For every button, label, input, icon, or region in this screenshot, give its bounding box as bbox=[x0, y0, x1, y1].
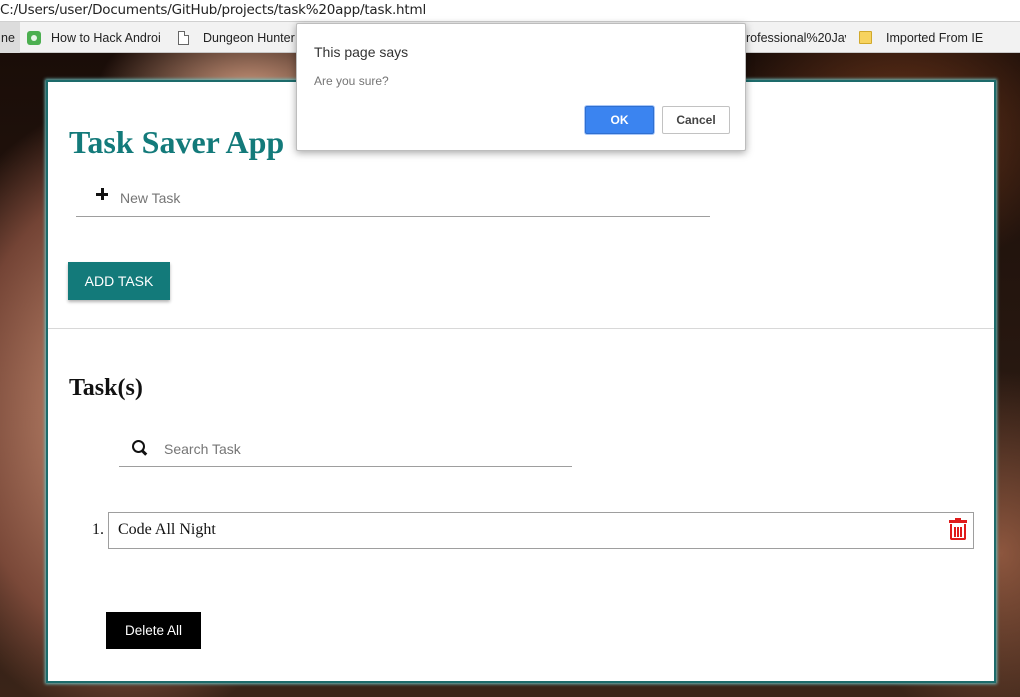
bookmark-item[interactable]: Dungeon Hunter bbox=[178, 22, 296, 53]
task-text: Code All Night bbox=[118, 521, 216, 538]
delete-all-button[interactable]: Delete All bbox=[106, 612, 201, 649]
ok-button[interactable]: OK bbox=[585, 106, 654, 134]
bookmark-item[interactable]: ne bbox=[0, 22, 20, 53]
folder-icon bbox=[859, 31, 872, 44]
task-app-card: Task Saver App ADD TASK Task(s) 1. Code … bbox=[46, 80, 996, 683]
add-task-button[interactable]: ADD TASK bbox=[68, 262, 170, 300]
list-item: Code All Night bbox=[108, 512, 974, 549]
cancel-button[interactable]: Cancel bbox=[662, 106, 730, 134]
address-bar[interactable]: C:/Users/user/Documents/GitHub/projects/… bbox=[0, 0, 1020, 22]
confirm-dialog: This page says Are you sure? OK Cancel bbox=[296, 23, 746, 151]
dialog-title: This page says bbox=[314, 44, 409, 60]
new-task-field bbox=[76, 180, 710, 217]
bookmark-label: ne bbox=[1, 30, 15, 45]
page-icon bbox=[178, 30, 189, 45]
address-url[interactable]: C:/Users/user/Documents/GitHub/projects/… bbox=[0, 2, 426, 18]
task-number: 1. bbox=[92, 521, 104, 538]
bookmark-item[interactable]: How to Hack Androi bbox=[27, 22, 162, 53]
search-icon bbox=[132, 440, 148, 456]
bookmark-label: rofessional%20Java bbox=[746, 30, 846, 45]
dialog-message: Are you sure? bbox=[314, 74, 389, 88]
bookmark-label: How to Hack Androi bbox=[51, 30, 161, 45]
search-input[interactable] bbox=[164, 437, 544, 461]
new-task-input[interactable] bbox=[120, 186, 680, 210]
plus-icon bbox=[96, 188, 108, 200]
app-title: Task Saver App bbox=[69, 124, 285, 160]
search-field bbox=[119, 429, 572, 467]
bookmark-item[interactable]: rofessional%20Java bbox=[746, 22, 846, 53]
tasks-heading: Task(s) bbox=[69, 375, 143, 401]
bookmark-item[interactable]: Imported From IE bbox=[859, 22, 989, 53]
trash-icon[interactable] bbox=[949, 518, 967, 541]
bookmark-label: Dungeon Hunter bbox=[203, 30, 295, 45]
bookmark-label: Imported From IE bbox=[886, 30, 984, 45]
android-icon bbox=[27, 30, 41, 45]
section-divider bbox=[48, 328, 994, 329]
